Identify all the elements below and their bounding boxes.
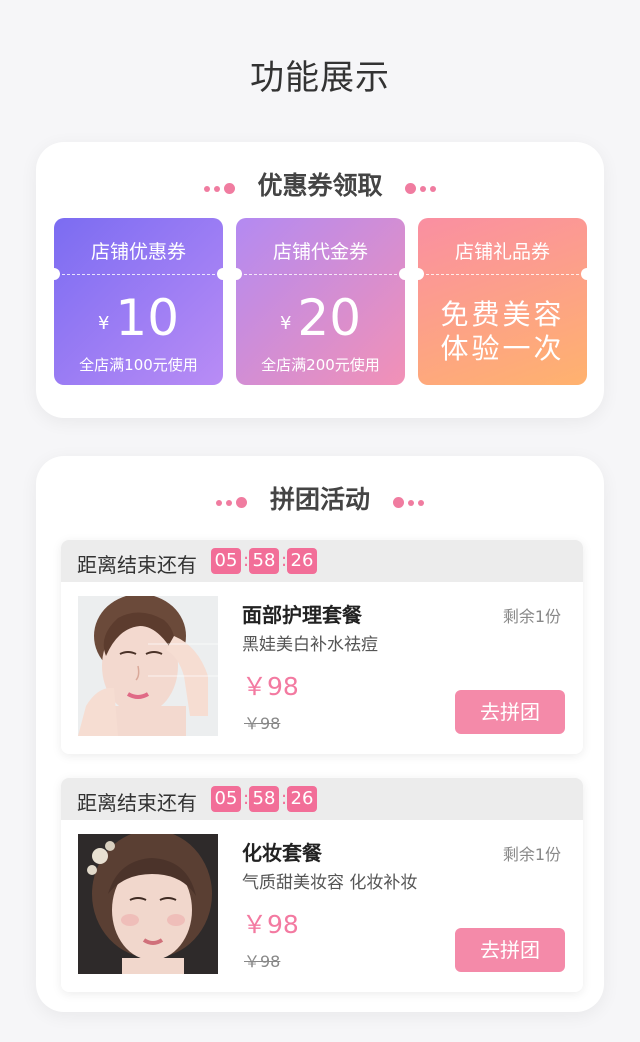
group-section-title: 拼团活动 [269,485,370,514]
coupon-section-title: 优惠券领取 [257,171,383,200]
coupon-amount: ¥10 [54,288,223,354]
coupon-section-card: 优惠券领取 店铺优惠券 ¥10 全店满100元使用 店铺代金券 ¥20 全店满2… [36,142,604,418]
countdown-label: 距离结束还有 [77,791,197,815]
decor-dots-right [403,173,438,202]
countdown-seconds: 26 [287,786,317,812]
group-deal-card[interactable]: 距离结束还有 05 : 58 : 26 面部护理套餐 黑娃美白补水祛痘 剩余1份… [61,540,583,754]
coupon-notch [399,268,405,280]
product-name: 化妆套餐 [242,841,322,865]
product-image-makeup[interactable] [78,834,218,974]
group-price: ￥98 [242,672,299,701]
countdown-seconds: 26 [287,548,317,574]
gift-line-2: 体验一次 [440,332,565,365]
coupon-divider [426,274,579,275]
stock-remaining: 剩余1份 [502,607,561,626]
decor-dots-right [391,487,426,516]
product-name: 面部护理套餐 [242,603,362,627]
countdown-hours: 05 [211,786,241,812]
coupon-notch [236,268,242,280]
coupon-condition: 全店满100元使用 [79,356,198,374]
countdown-minutes: 58 [249,786,279,812]
coupon-discount[interactable]: 店铺优惠券 ¥10 全店满100元使用 [54,218,223,385]
group-buy-section-card: 拼团活动 距离结束还有 05 : 58 : 26 面部护理套餐 黑娃美白补水祛痘… [36,456,604,1012]
coupon-name: 店铺礼品券 [454,241,550,263]
join-group-button[interactable]: 去拼团 [455,690,565,734]
product-description: 气质甜美妆容 化妆补妆 [242,873,418,893]
coupon-notch [54,268,60,280]
product-description: 黑娃美白补水祛痘 [242,635,378,655]
coupon-notch [418,268,424,280]
coupon-notch [217,268,223,280]
decor-dots-left [214,487,249,516]
coupon-divider [62,274,215,275]
coupon-gift-text: 免费美容 体验一次 [418,298,587,366]
group-section-header: 拼团活动 [36,480,604,516]
page-title: 功能展示 [250,58,390,98]
join-group-button[interactable]: 去拼团 [455,928,565,972]
coupon-voucher[interactable]: 店铺代金券 ¥20 全店满200元使用 [236,218,405,385]
coupon-name: 店铺优惠券 [90,241,186,263]
coupon-gift[interactable]: 店铺礼品券 免费美容 体验一次 [418,218,587,385]
original-price: ￥98 [244,714,281,733]
coupon-value: 10 [115,289,180,347]
currency-symbol: ¥ [279,313,292,334]
decor-dots-left [202,173,237,202]
coupon-section-header: 优惠券领取 [36,166,604,202]
stock-remaining: 剩余1份 [502,845,561,864]
coupon-value: 20 [297,289,362,347]
countdown-label: 距离结束还有 [77,553,197,577]
product-image-facial[interactable] [78,596,218,736]
coupon-name: 店铺代金券 [272,241,368,263]
coupon-divider [244,274,397,275]
coupon-notch [581,268,587,280]
coupon-amount: ¥20 [236,288,405,354]
group-deal-card[interactable]: 距离结束还有 05 : 58 : 26 化妆套餐 气质甜美妆容 化妆补妆 剩余1… [61,778,583,992]
countdown-minutes: 58 [249,548,279,574]
currency-symbol: ¥ [97,313,110,334]
gift-line-1: 免费美容 [440,298,565,331]
countdown-hours: 05 [211,548,241,574]
original-price: ￥98 [244,952,281,971]
coupon-condition: 全店满200元使用 [261,356,380,374]
group-price: ￥98 [242,910,299,939]
